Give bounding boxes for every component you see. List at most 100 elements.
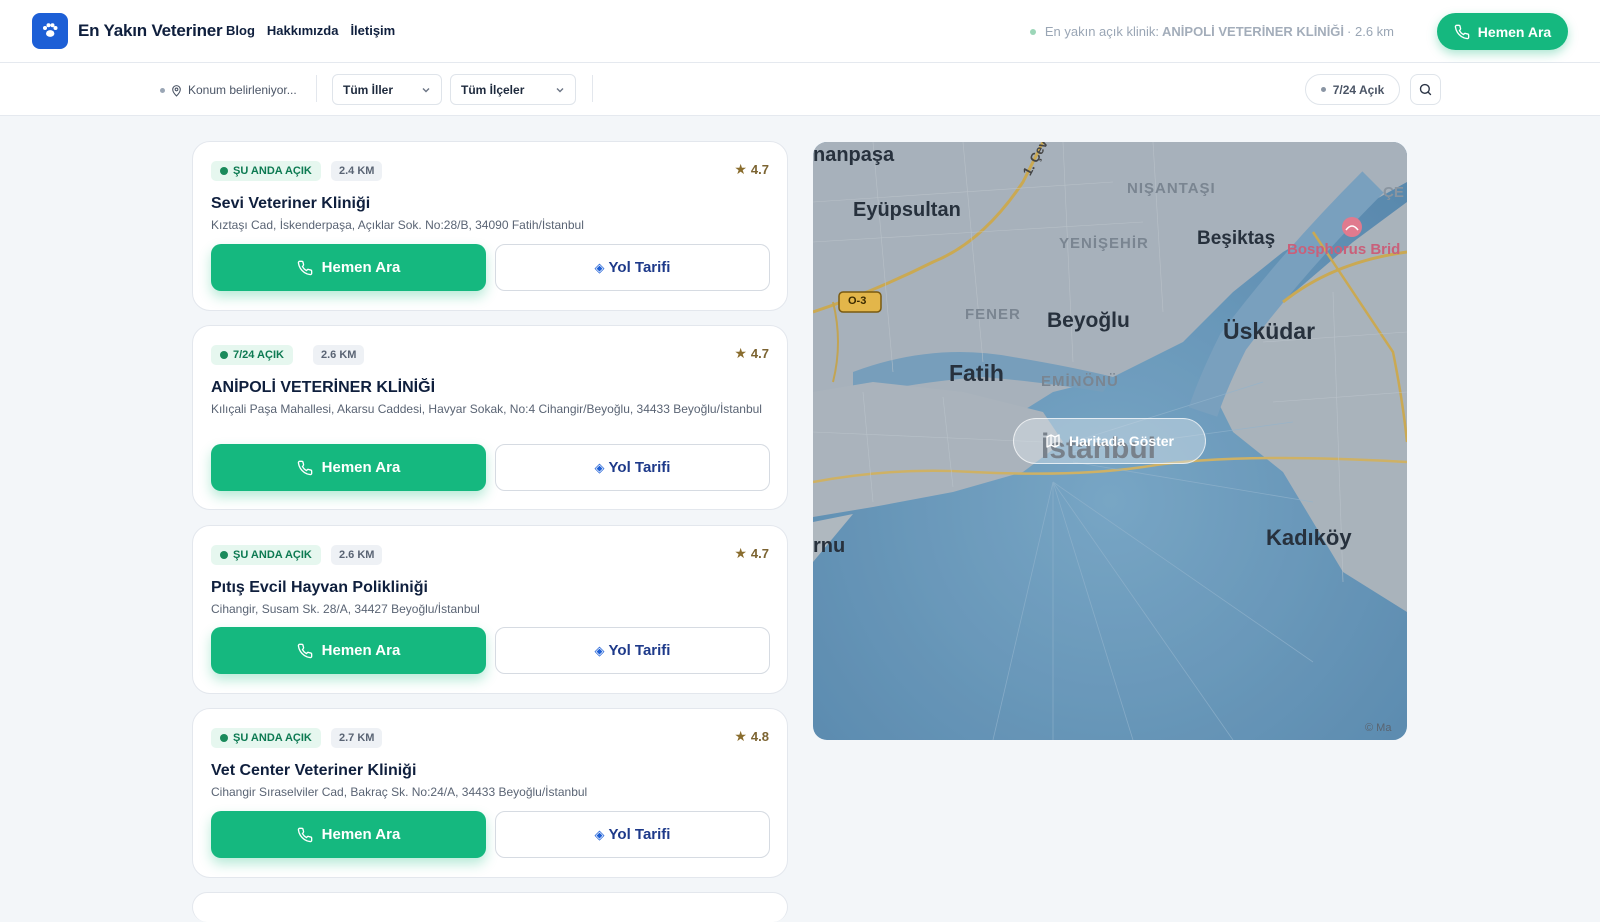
map-label: rnu (813, 535, 846, 557)
nav-contact[interactable]: İletişim (350, 23, 395, 38)
map-label: Fatih (949, 360, 1004, 386)
directions-label: Yol Tarifi (608, 642, 671, 659)
star-icon: ★ (734, 161, 747, 177)
rating: ★ 4.7 (734, 161, 769, 178)
rating-value: 4.8 (750, 729, 769, 744)
open-status-badge: 7/24 AÇIK (211, 345, 293, 365)
call-label: Hemen Ara (321, 459, 401, 476)
brand-title[interactable]: En Yakın Veteriner (78, 21, 223, 41)
map-label: Beyoğlu (1047, 309, 1130, 332)
search-button[interactable] (1410, 74, 1441, 105)
filter-bar: Konum belirleniyor... Tüm İller Tüm İlçe… (0, 63, 1600, 116)
call-button[interactable]: Hemen Ara (211, 244, 486, 291)
rating-value: 4.7 (750, 162, 769, 177)
map-label: EMİNÖNÜ (1041, 373, 1119, 390)
directions-button[interactable]: ◈ Yol Tarifi (495, 811, 770, 858)
location-status[interactable]: Konum belirleniyor... (160, 83, 297, 97)
open-247-filter[interactable]: 7/24 Açık (1305, 74, 1400, 105)
open-status-text: ŞU ANDA AÇIK (233, 549, 312, 561)
distance-badge: 2.6 KM (331, 545, 383, 565)
map-label: Eyüpsultan (853, 199, 961, 221)
paw-logo-icon[interactable] (32, 13, 68, 49)
clinic-name[interactable]: ANİPOLİ VETERİNER KLİNİĞİ (211, 379, 435, 397)
directions-icon: ◈ (594, 259, 605, 275)
filter-dot-icon (1320, 87, 1326, 92)
call-label: Hemen Ara (321, 826, 401, 843)
distance-badge: 2.6 KM (313, 345, 365, 365)
nearest-clinic-name[interactable]: ANİPOLİ VETERİNER KLİNİĞİ (1162, 24, 1344, 39)
show-on-map-button[interactable]: Haritada Göster (1013, 418, 1206, 464)
district-select-value: Tüm İlçeler (461, 82, 525, 97)
header-call-button[interactable]: Hemen Ara (1437, 13, 1568, 50)
directions-label: Yol Tarifi (608, 826, 671, 843)
chevron-down-icon (422, 87, 430, 92)
open-dot-icon (220, 551, 228, 559)
call-button[interactable]: Hemen Ara (211, 627, 486, 674)
rating: ★ 4.7 (734, 545, 769, 562)
open-status-text: ŞU ANDA AÇIK (233, 732, 312, 744)
phone-icon (297, 643, 313, 658)
open-status-badge: ŞU ANDA AÇIK (211, 728, 321, 748)
directions-label: Yol Tarifi (608, 259, 671, 276)
map-label: NIŞANTAŞI (1127, 180, 1216, 197)
star-icon: ★ (734, 345, 747, 361)
rating: ★ 4.8 (734, 728, 769, 745)
clinic-address: Cihangir, Susam Sk. 28/A, 34427 Beyoğlu/… (211, 602, 480, 616)
distance-badge: 2.7 KM (331, 728, 383, 748)
location-text: Konum belirleniyor... (188, 83, 297, 97)
map-label: ÇE (1383, 184, 1404, 201)
clinic-name[interactable]: Vet Center Veteriner Kliniği (211, 762, 416, 780)
clinic-card-partial (192, 892, 788, 922)
province-select[interactable]: Tüm İller (332, 74, 442, 105)
phone-icon (297, 460, 313, 475)
clinic-name[interactable]: Pıtış Evcil Hayvan Polikliniği (211, 579, 428, 597)
open-status-text: 7/24 AÇIK (233, 349, 284, 361)
map-label: FENER (965, 306, 1021, 323)
clinic-address: Cihangir Sıraselviler Cad, Bakraç Sk. No… (211, 785, 588, 799)
directions-label: Yol Tarifi (608, 459, 671, 476)
header-call-label: Hemen Ara (1477, 23, 1552, 40)
nearest-clinic-distance: · 2.6 km (1347, 24, 1394, 39)
map-pin-icon (172, 84, 181, 97)
call-button[interactable]: Hemen Ara (211, 811, 486, 858)
main-nav: Blog Hakkımızda İletişim (226, 23, 395, 38)
map-attribution[interactable]: © Ma (1365, 722, 1391, 734)
clinic-card: 7/24 AÇIK 2.6 KM ★ 4.7 ANİPOLİ VETERİNER … (192, 325, 788, 510)
star-icon: ★ (734, 545, 747, 561)
map-preview[interactable]: nanpaşa Eyüpsultan NIŞANTAŞI YENİŞEHİR B… (813, 142, 1407, 740)
map-icon (1046, 434, 1060, 448)
phone-icon (297, 827, 313, 842)
status-dot-icon (1029, 28, 1036, 35)
nav-about[interactable]: Hakkımızda (267, 23, 339, 38)
directions-button[interactable]: ◈ Yol Tarifi (495, 627, 770, 674)
map-label: YENİŞEHİR (1059, 235, 1149, 252)
open-dot-icon (220, 734, 228, 742)
chevron-down-icon (556, 87, 564, 92)
directions-icon: ◈ (594, 459, 605, 475)
district-select[interactable]: Tüm İlçeler (450, 74, 576, 105)
directions-button[interactable]: ◈ Yol Tarifi (495, 244, 770, 291)
nav-blog[interactable]: Blog (226, 23, 255, 38)
directions-button[interactable]: ◈ Yol Tarifi (495, 444, 770, 491)
call-button[interactable]: Hemen Ara (211, 444, 486, 491)
clinic-name[interactable]: Sevi Veteriner Kliniği (211, 195, 370, 213)
map-label: Üsküdar (1223, 318, 1316, 344)
clinic-address: Kıztaşı Cad, İskenderpaşa, Açıklar Sok. … (211, 218, 584, 232)
show-on-map-label: Haritada Göster (1068, 433, 1175, 449)
open-status-text: ŞU ANDA AÇIK (233, 165, 312, 177)
distance-badge: 2.4 KM (331, 161, 383, 181)
rating: ★ 4.7 (734, 345, 769, 362)
map-label: Beşiktaş (1197, 228, 1276, 249)
map-label: Bosphorus Brid (1287, 241, 1401, 258)
phone-icon (1454, 24, 1470, 39)
map-label: Kadıköy (1266, 525, 1352, 550)
rating-value: 4.7 (750, 346, 769, 361)
call-label: Hemen Ara (321, 259, 401, 276)
nearest-prefix: En yakın açık klinik: (1044, 24, 1160, 39)
map-label: nanpaşa (813, 144, 895, 166)
location-dot-icon (160, 87, 165, 93)
province-select-value: Tüm İller (343, 82, 394, 97)
open-dot-icon (220, 167, 228, 175)
open-status-badge: ŞU ANDA AÇIK (211, 545, 321, 565)
clinic-address: Kılıçali Paşa Mahallesi, Akarsu Caddesi,… (211, 402, 762, 416)
